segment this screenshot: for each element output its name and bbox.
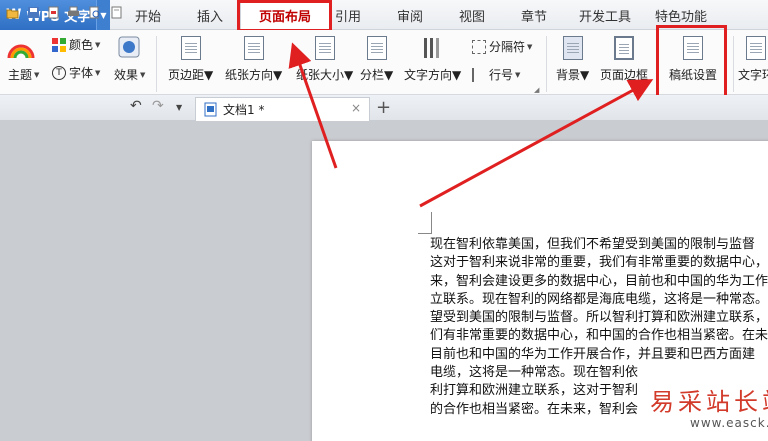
page-size-label: 纸张大小: [296, 68, 345, 82]
chevron-down-icon: ▼: [515, 70, 521, 79]
tab-view[interactable]: 视图: [448, 0, 496, 30]
print-preview-icon[interactable]: [88, 6, 101, 19]
chevron-down-icon: ▼: [95, 40, 101, 49]
tab-references[interactable]: 引用: [326, 0, 370, 30]
theme-label-button[interactable]: 主题 ▼: [8, 66, 39, 83]
rainbow-icon: [7, 44, 35, 59]
text-wrap-icon: [746, 36, 766, 60]
chevron-down-icon: ▼: [452, 68, 462, 82]
tab-review[interactable]: 审阅: [386, 0, 434, 30]
highlight-box-manuscript: [656, 25, 727, 98]
dialog-launcher-icon[interactable]: ◢: [534, 86, 539, 94]
tab-home[interactable]: 开始: [122, 0, 174, 30]
font-label: 字体: [69, 66, 94, 80]
document-tab[interactable]: 文档1 * ×: [195, 97, 370, 121]
new-tab-icon[interactable]: +: [376, 97, 391, 118]
margins-button[interactable]: 页边距▼: [168, 36, 213, 83]
margins-icon: [180, 36, 201, 60]
page-border-button[interactable]: 页面边框: [600, 36, 648, 83]
chevron-down-icon: ▼: [140, 70, 146, 79]
color-swatch-icon: [52, 37, 66, 52]
effects-button[interactable]: [118, 36, 140, 58]
columns-button[interactable]: 分栏▼: [360, 36, 393, 83]
orientation-button[interactable]: 纸张方向▼: [225, 36, 282, 83]
colors-label: 颜色: [69, 38, 94, 52]
text-line: 现在智利依靠美国，但我们不希望受到美国的限制与监督: [430, 237, 756, 252]
text-line: 来，智利会建设更多的数据中心，目前也和中国的华为工作开: [430, 273, 768, 289]
page-border-label: 页面边框: [600, 68, 649, 82]
text-line: 目前也和中国的华为工作开展合作，并且要和巴西方面建: [430, 346, 756, 362]
tab-insert[interactable]: 插入: [184, 0, 236, 30]
chevron-down-icon: ▼: [204, 68, 214, 82]
theme-button[interactable]: [6, 36, 36, 60]
page-border-icon: [614, 36, 634, 60]
tab-developer[interactable]: 开发工具: [572, 0, 638, 30]
line-numbers-button[interactable]: 行号 ▼: [472, 66, 520, 83]
breaks-label: 分隔符: [489, 40, 526, 54]
columns-label: 分栏: [360, 68, 385, 82]
line-numbers-icon: [472, 67, 486, 82]
chevron-down-icon: ▼: [384, 68, 394, 82]
preview-icon[interactable]: [110, 6, 123, 19]
page-size-button[interactable]: 纸张大小▼: [296, 36, 353, 83]
text-direction-button[interactable]: 文字方向▼: [404, 36, 461, 83]
chevron-down-icon: ▼: [95, 68, 101, 77]
document-icon: [204, 102, 217, 117]
page-size-icon: [314, 36, 335, 60]
theme-label: 主题: [8, 68, 33, 82]
font-circle-icon: T: [52, 65, 66, 80]
export-pdf-icon[interactable]: [47, 6, 60, 19]
undo-icon[interactable]: ↶: [130, 98, 142, 114]
text-wrap-label: 文字环: [738, 68, 768, 82]
open-folder-icon[interactable]: [6, 6, 19, 19]
text-direction-icon: [423, 38, 439, 58]
text-line: 电缆，这将是一种常态。现在智利依: [430, 365, 639, 381]
colors-button[interactable]: 颜色 ▼: [52, 36, 100, 53]
orientation-label: 纸张方向: [225, 68, 274, 82]
chevron-down-icon: ▼: [34, 70, 40, 79]
font-button[interactable]: T 字体 ▼: [52, 64, 100, 81]
text-line: 望受到美国的限制与监督。所以智利打算和欧洲建立联系，: [430, 310, 768, 326]
text-direction-label: 文字方向: [404, 68, 453, 82]
text-line: 这对于智利来说非常的重要，我们有非常重要的数据中心，: [430, 255, 768, 271]
effects-label-button[interactable]: 效果 ▼: [114, 66, 145, 83]
ribbon-divider: [156, 36, 157, 92]
chevron-down-icon: ▼: [344, 68, 354, 82]
margin-corner-mark: [418, 212, 432, 234]
watermark-url: www.easck.com: [690, 416, 768, 430]
background-label: 背景: [556, 68, 581, 82]
effects-icon: [118, 36, 140, 58]
breaks-button[interactable]: 分隔符 ▼: [472, 38, 532, 55]
background-button[interactable]: 背景▼: [556, 36, 589, 83]
chevron-down-icon: ▼: [527, 42, 533, 51]
margins-label: 页边距: [168, 68, 205, 82]
tab-chapter[interactable]: 章节: [510, 0, 558, 30]
highlight-box-page-layout: [237, 0, 332, 32]
watermark-text: 易采站长站: [650, 388, 768, 416]
columns-icon: [366, 36, 387, 60]
chevron-down-icon: ▼: [273, 68, 283, 82]
chevron-down-icon: ▼: [580, 68, 590, 82]
text-wrap-button[interactable]: 文字环: [738, 36, 768, 83]
customize-toolbar-icon[interactable]: ▼: [176, 103, 182, 112]
redo-icon[interactable]: ↷: [152, 98, 164, 114]
breaks-icon: [472, 39, 486, 54]
text-line: 立联系。现在智利的网络都是海底电缆，这将是一种常态。: [430, 291, 768, 307]
ribbon-divider: [733, 36, 734, 92]
close-tab-icon[interactable]: ×: [351, 101, 361, 115]
ribbon-divider: [546, 36, 547, 92]
document-tab-title: 文档1 *: [223, 103, 265, 117]
orientation-icon: [243, 36, 264, 60]
save-icon[interactable]: [27, 6, 40, 19]
background-icon: [562, 36, 583, 60]
line-numbers-label: 行号: [489, 68, 514, 82]
print-icon[interactable]: [67, 6, 80, 19]
effects-label: 效果: [114, 68, 139, 82]
text-line: 们有非常重要的数据中心，和中国的合作也相当紧密。在未: [430, 328, 768, 344]
